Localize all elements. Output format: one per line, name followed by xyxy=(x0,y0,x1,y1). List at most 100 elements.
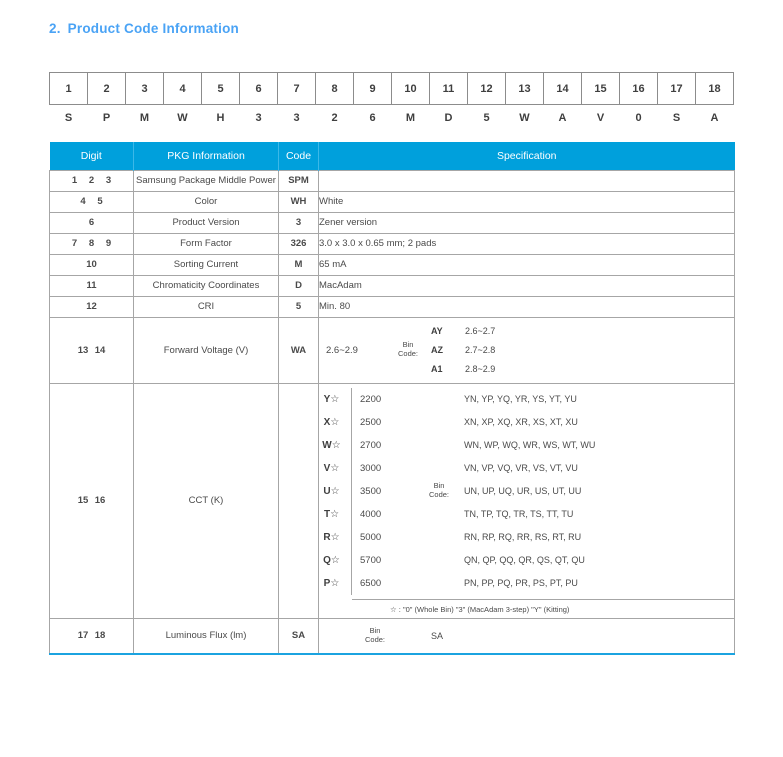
cell-digit: 15 16 xyxy=(49,382,134,619)
digit-value: 8 xyxy=(88,238,95,249)
cct-code: V☆ xyxy=(312,456,352,480)
cct-row: T☆ 4000 TN, TP, TQ, TR, TS, TT, TU xyxy=(319,502,734,526)
bin-label-line: Code: xyxy=(428,490,449,499)
cct-code: T☆ xyxy=(312,502,352,526)
bin-code: AZ xyxy=(431,345,443,355)
code-letter-cell: W xyxy=(177,111,188,124)
code-strip-table: 1 2 3 4 5 6 7 8 9 10 11 12 13 14 15 16 17 18 SPMWH3326MD5… xyxy=(49,72,734,131)
code-position-cell: 12 xyxy=(467,72,506,105)
header-code: Code xyxy=(278,142,319,170)
cct-code-letter: Q xyxy=(323,554,331,566)
cell-digit: 17 18 xyxy=(49,617,134,654)
code-position-cell: 14 xyxy=(543,72,582,105)
cct-bin-codes: VN, VP, VQ, VR, VS, VT, VU xyxy=(464,463,578,473)
cct-code: R☆ xyxy=(312,525,352,549)
cell-pkg-information: Sorting Current xyxy=(133,253,279,276)
code-letter-cell: 0 xyxy=(635,111,642,124)
cct-row: Q☆ 5700 QN, QP, QQ, QR, QS, QT, QU xyxy=(319,548,734,572)
code-position-cell: 8 xyxy=(315,72,354,105)
cell-specification-luminous-flux: Bin Code: SA xyxy=(318,617,735,654)
cell-pkg-information: Samsung Package Middle Power xyxy=(133,169,279,192)
cct-row: W☆ 2700 WN, WP, WQ, WR, WS, WT, WU xyxy=(319,433,734,457)
cct-bin-codes: XN, XP, XQ, XR, XS, XT, XU xyxy=(464,417,578,427)
cell-code: 5 xyxy=(278,295,319,318)
bin-value: 2.6~2.7 xyxy=(465,326,496,336)
product-code-strip: 1 2 3 4 5 6 7 8 9 10 11 12 13 14 15 16 17 18 SPMWH3326MD5… xyxy=(49,72,734,131)
cell-specification xyxy=(318,169,735,192)
cell-code: 3 xyxy=(278,211,319,234)
header-pkg-information: PKG Information xyxy=(133,142,279,170)
digit-value: 15 xyxy=(77,495,89,506)
cell-specification: Min. 80 xyxy=(318,295,735,318)
cct-bin-codes: QN, QP, QQ, QR, QS, QT, QU xyxy=(464,555,585,565)
digit-value: 16 xyxy=(94,495,106,506)
code-position-cell: 11 xyxy=(429,72,468,105)
code-letter-cell: D xyxy=(444,111,453,124)
cell-code: WH xyxy=(278,190,319,213)
code-letter-cell: 2 xyxy=(331,111,338,124)
cell-pkg-information: Color xyxy=(133,190,279,213)
star-icon: ☆ xyxy=(330,393,340,405)
table-row-forward-voltage: 13 14 Forward Voltage (V) WA 2.6~2.9 Bin Code:… xyxy=(49,316,735,384)
forward-voltage-range: 2.6~2.9 xyxy=(326,344,358,356)
luminous-flux-layout: Bin Code: SA xyxy=(319,619,734,653)
digit-value: 13 xyxy=(77,344,89,356)
bin-row: AZ 2.7~2.8 xyxy=(431,341,734,360)
cct-bin-codes: WN, WP, WQ, WR, WS, WT, WU xyxy=(464,440,596,450)
table-row: 7 8 9 Form Factor 326 3.0 x 3.0 x 0.65 mm; 2 … xyxy=(49,232,735,255)
cct-row: P☆ 6500 PN, PP, PQ, PR, PS, PT, PU xyxy=(319,571,734,595)
cct-kelvin: 5000 xyxy=(360,531,382,543)
cct-row: V☆ 3000 VN, VP, VQ, VR, VS, VT, VU xyxy=(319,456,734,480)
cell-digit: 789 xyxy=(49,232,134,255)
digit-value: 4 xyxy=(80,196,86,207)
specification-table: Digit PKG Information Code Specification… xyxy=(49,142,735,655)
digit-value: 1 xyxy=(71,175,78,186)
cct-kelvin: 4000 xyxy=(360,508,382,520)
cell-specification: 65 mA xyxy=(318,253,735,276)
section-number: 2. xyxy=(49,21,61,36)
cell-digit: 10 xyxy=(49,253,134,276)
document-page: 2. Product Code Information 1 2 3 4 5 6 7 8 9 10 11… xyxy=(0,0,783,757)
cell-pkg-information: Chromaticity Coordinates xyxy=(133,274,279,297)
digit-value: 5 xyxy=(97,196,103,207)
bin-value: 2.7~2.8 xyxy=(465,345,496,355)
cell-code: WA xyxy=(278,316,319,384)
page-title: 2. Product Code Information xyxy=(49,21,239,36)
cell-pkg-information: Forward Voltage (V) xyxy=(133,316,279,384)
cct-row: Y☆ 2200 YN, YP, YQ, YR, YS, YT, YU xyxy=(319,387,734,411)
code-letter-cell: W xyxy=(519,111,530,124)
code-position-cell: 1 xyxy=(49,72,88,105)
cct-bin-codes: PN, PP, PQ, PR, PS, PT, PU xyxy=(464,578,578,588)
digit-value: 11 xyxy=(86,280,97,291)
cell-pkg-information: Luminous Flux (lm) xyxy=(133,617,279,654)
star-icon: ☆ xyxy=(331,439,341,451)
code-letter-cell: V xyxy=(596,111,605,124)
table-row: 11 Chromaticity Coordinates D MacAdam xyxy=(49,274,735,297)
code-letter-cell: S xyxy=(64,111,73,124)
bin-code: AY xyxy=(431,326,443,336)
table-row: 12 CRI 5 Min. 80 xyxy=(49,295,735,318)
cell-code: SA xyxy=(278,617,319,654)
code-letter-cell: S xyxy=(672,111,681,124)
bin-row: AY 2.6~2.7 xyxy=(431,322,734,341)
table-row-luminous-flux: 17 18 Luminous Flux (lm) SA Bin Code: SA xyxy=(49,617,735,654)
cell-specification: Zener version xyxy=(318,211,735,234)
code-position-row: 1 2 3 4 5 6 7 8 9 10 11 12 13 14 15 16 17 18 xyxy=(49,72,734,105)
cell-specification-cct: Y☆ 2200 YN, YP, YQ, YR, YS, YT, YU X☆ 2500 XN… xyxy=(318,382,735,619)
cell-digit: 12 xyxy=(49,295,134,318)
code-letter-cell: 3 xyxy=(255,111,262,124)
code-letter-row: S P M W H 3 3 2 6 M D 5 W A V 0 S A xyxy=(50,105,734,131)
table-row: 10 Sorting Current M 65 mA xyxy=(49,253,735,276)
code-position-cell: 15 xyxy=(581,72,620,105)
star-icon: ☆ xyxy=(330,416,340,428)
cct-kelvin: 3500 xyxy=(360,485,382,497)
cct-kelvin: 5700 xyxy=(360,554,382,566)
bin-value: SA xyxy=(431,630,444,641)
bin-code-label: Bin Code: xyxy=(416,482,462,499)
cell-digit: 11 xyxy=(49,274,134,297)
code-position-cell: 9 xyxy=(353,72,392,105)
code-position-cell: 3 xyxy=(125,72,164,105)
code-position-cell: 13 xyxy=(505,72,544,105)
cell-pkg-information: Form Factor xyxy=(133,232,279,255)
bin-value: 2.8~2.9 xyxy=(465,364,496,374)
